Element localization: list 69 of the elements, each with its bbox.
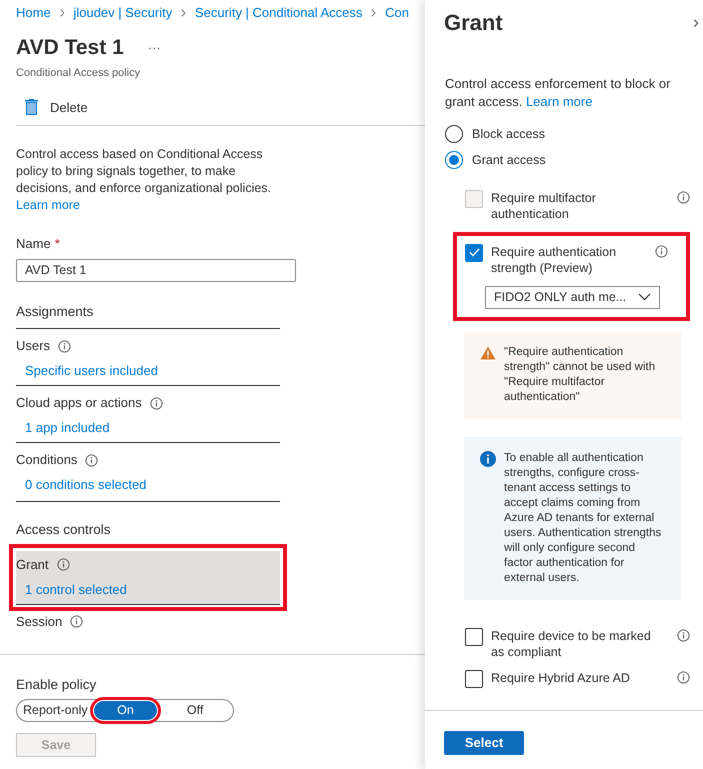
toggle-option[interactable]: Report-only: [23, 701, 88, 720]
checkbox[interactable]: [465, 670, 483, 688]
section-row[interactable]: Users Specific users included: [16, 332, 280, 386]
checkbox-label: Require Hybrid Azure AD: [491, 670, 631, 686]
info-icon: [480, 450, 496, 466]
breadcrumb-link[interactable]: jloudev | Security: [73, 5, 172, 21]
checkbox[interactable]: [465, 628, 483, 646]
radio-label: Block access: [472, 126, 545, 143]
warning-text: "Require authentication strength" cannot be used with "Require multifactor authentication": [504, 344, 656, 404]
page-subtitle: Conditional Access policy: [15, 66, 142, 81]
name-input[interactable]: AVD Test 1: [16, 258, 296, 282]
section-heading: Access controls: [16, 521, 112, 540]
checkbox[interactable]: [465, 244, 483, 262]
info-icon: [677, 628, 690, 642]
more-button[interactable]: ···: [148, 38, 161, 58]
info-icon: [150, 396, 163, 410]
section-link[interactable]: Specific users included: [25, 363, 280, 380]
select-button[interactable]: Select: [444, 731, 524, 755]
info-icon: [58, 340, 71, 353]
chevron-down-icon: [638, 293, 651, 301]
section-link[interactable]: 1 app included: [25, 420, 280, 436]
toggle-option[interactable]: On: [94, 701, 158, 720]
section-link[interactable]: 1 control selected: [25, 582, 280, 598]
dropdown[interactable]: FIDO2 ONLY auth me...: [485, 286, 660, 308]
info-icon: [677, 190, 690, 204]
info-text: To enable all authentication strengths, configure cross-tenant access settings to accept claims coming from Azure AD tenants for external users. Authentication strengths will only configure second factor authentication for external users.: [504, 450, 662, 586]
info-icon: [85, 454, 98, 467]
info-icon: [70, 615, 84, 628]
section-label: Users: [16, 338, 50, 354]
radio-button[interactable]: [445, 125, 463, 144]
radio-label: Grant access: [472, 152, 546, 169]
page-title: AVD Test 1: [16, 35, 124, 61]
breadcrumb-link[interactable]: Home: [16, 5, 51, 21]
info-icon: [56, 558, 70, 571]
section-label: Grant: [16, 556, 49, 572]
close-button[interactable]: ›: [693, 12, 699, 32]
learn-more-link[interactable]: Learn more: [16, 197, 274, 214]
section-row[interactable]: Conditions 0 conditions selected: [16, 446, 280, 500]
checkbox-label: Require authentication strength (Preview): [491, 244, 618, 276]
section-row[interactable]: Grant 1 control selected: [16, 550, 280, 604]
delete-button[interactable]: Delete: [25, 98, 88, 117]
section-row[interactable]: Cloud apps or actions 1 app included: [16, 389, 280, 442]
section-label: Session: [16, 614, 62, 630]
chevron-right-icon: [60, 8, 64, 18]
warning-icon: [480, 346, 496, 360]
radio-button[interactable]: [445, 151, 463, 170]
checkbox-label: Require device to be marked as compliant: [491, 628, 651, 660]
breadcrumb-link[interactable]: Security | Conditional Access: [194, 5, 362, 21]
checkbox-label: Require multifactor authentication: [491, 190, 597, 222]
field-label: Name: [16, 235, 51, 253]
breadcrumb-link[interactable]: Con: [385, 5, 410, 21]
required-mark: *: [54, 235, 60, 253]
info-icon: [677, 670, 690, 684]
info-icon: [655, 244, 668, 258]
learn-more-link[interactable]: Learn more: [526, 94, 592, 109]
toggle-option[interactable]: Off: [163, 701, 227, 720]
panel-title: Grant: [444, 9, 503, 37]
panel-description: Control access enforcement to block or grant access. Learn more: [445, 75, 672, 111]
section-heading: Assignments: [16, 303, 94, 321]
section-label: Cloud apps or actions: [16, 395, 142, 412]
field-label: Enable policy: [16, 676, 98, 694]
description: Control access based on Conditional Access policy to bring signals together, to make decisions, and enforce organizational policies.: [16, 146, 272, 197]
checkmark-icon: [468, 248, 480, 257]
trash-icon: [25, 99, 38, 116]
section-label: Conditions: [16, 452, 78, 468]
chevron-right-icon: [371, 8, 376, 18]
section-row[interactable]: Session: [16, 608, 280, 636]
chevron-right-icon: [181, 8, 186, 18]
section-link[interactable]: 0 conditions selected: [25, 477, 280, 494]
